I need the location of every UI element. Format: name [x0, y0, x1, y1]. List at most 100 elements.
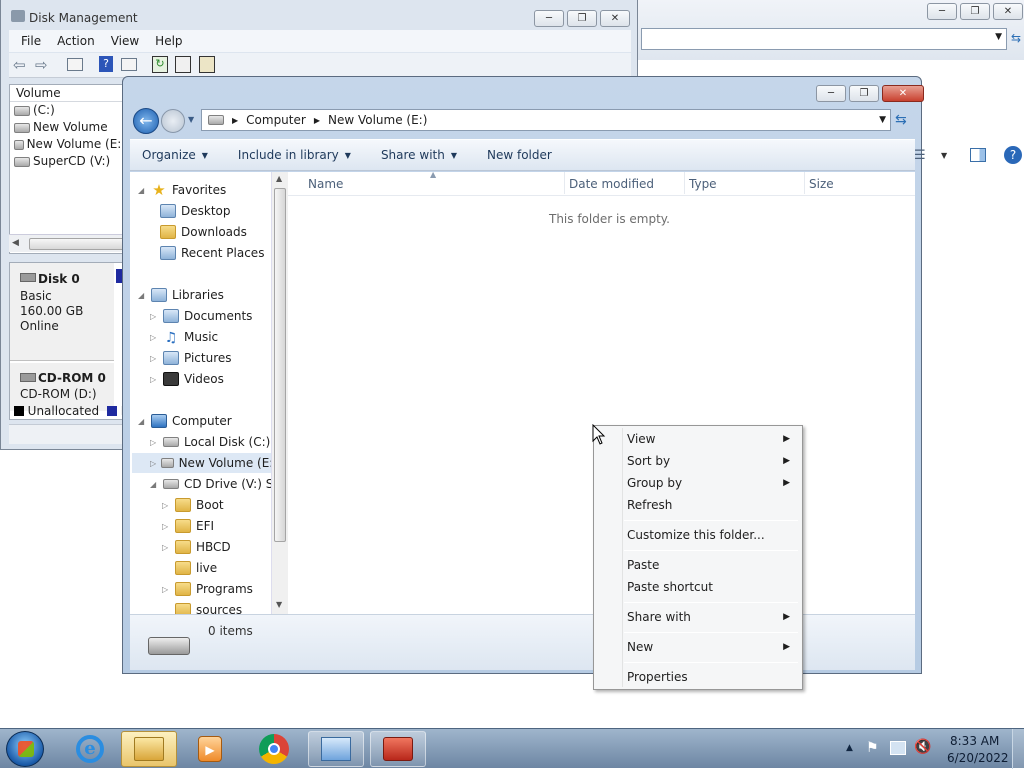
scrollbar-thumb[interactable] — [29, 238, 127, 250]
scroll-down-icon[interactable]: ▼ — [276, 600, 282, 609]
nav-libraries[interactable]: ◢ Libraries — [138, 285, 224, 305]
taskbar-toolbox[interactable] — [370, 731, 426, 767]
menu-file[interactable]: File — [15, 34, 47, 48]
forward-button[interactable] — [161, 109, 185, 133]
show-hidden-icons-icon[interactable]: ▲ — [846, 743, 853, 753]
menu-item-properties[interactable]: Properties — [596, 666, 800, 688]
menu-item-share-with[interactable]: Share with ▶ — [596, 606, 800, 628]
scroll-left-icon[interactable]: ◀ — [12, 238, 19, 248]
column-type[interactable]: Type — [689, 177, 717, 191]
include-in-library-button[interactable]: Include in library ▼ — [238, 148, 351, 162]
menu-item-customize-folder[interactable]: Customize this folder... — [596, 524, 800, 546]
nav-recent-places[interactable]: Recent Places — [160, 243, 264, 263]
breadcrumb-computer[interactable]: Computer — [246, 113, 306, 127]
scroll-up-icon[interactable]: ▲ — [276, 174, 282, 183]
menu-item-refresh[interactable]: Refresh — [596, 494, 800, 516]
breadcrumb-separator-icon[interactable]: ▶ — [314, 116, 320, 125]
taskbar-internet-explorer[interactable]: e — [62, 731, 118, 767]
refresh-icon[interactable]: ⇆ — [895, 112, 907, 128]
list-item[interactable]: (C:) — [10, 102, 126, 119]
collapsed-arrow-icon[interactable]: ▷ — [150, 354, 158, 363]
expanded-arrow-icon[interactable]: ◢ — [138, 291, 146, 300]
nav-downloads[interactable]: Downloads — [160, 222, 247, 242]
collapsed-arrow-icon[interactable]: ▷ — [162, 543, 170, 552]
column-divider[interactable] — [564, 172, 565, 194]
dropdown-arrow-icon[interactable]: ▼ — [995, 32, 1002, 42]
taskbar-computer-management[interactable] — [308, 731, 364, 767]
back-arrow-icon[interactable]: ⇦ — [13, 56, 26, 74]
nav-favorites[interactable]: ◢ ★ Favorites — [138, 180, 226, 200]
column-size[interactable]: Size — [809, 177, 834, 191]
nav-folder-sources[interactable]: sources — [162, 600, 242, 614]
view-dropdown-icon[interactable]: ▼ — [941, 151, 947, 160]
maximize-button[interactable]: ❐ — [567, 10, 597, 27]
nav-videos[interactable]: ▷ Videos — [150, 369, 224, 389]
collapsed-arrow-icon[interactable]: ▷ — [150, 375, 158, 384]
minimize-button[interactable]: ─ — [927, 3, 957, 20]
breadcrumb-separator-icon[interactable]: ▶ — [232, 116, 238, 125]
close-button[interactable]: ✕ — [882, 85, 924, 102]
taskbar-windows-explorer[interactable] — [121, 731, 177, 767]
expanded-arrow-icon[interactable]: ◢ — [138, 186, 146, 195]
nav-desktop[interactable]: Desktop — [160, 201, 231, 221]
nav-folder-efi[interactable]: ▷ EFI — [162, 516, 214, 536]
menu-item-view[interactable]: View ▶ — [596, 428, 800, 450]
nav-new-volume-e[interactable]: ▷ New Volume (E:) — [132, 453, 278, 473]
menu-item-group-by[interactable]: Group by ▶ — [596, 472, 800, 494]
breadcrumb-current[interactable]: New Volume (E:) — [328, 113, 427, 127]
collapsed-arrow-icon[interactable]: ▷ — [150, 438, 158, 447]
collapsed-arrow-icon[interactable]: ▷ — [150, 333, 158, 342]
nav-folder-programs[interactable]: ▷ Programs — [162, 579, 253, 599]
collapsed-arrow-icon[interactable]: ▷ — [150, 459, 156, 468]
nav-folder-hbcd[interactable]: ▷ HBCD — [162, 537, 231, 557]
new-folder-button[interactable]: New folder — [487, 148, 552, 162]
menu-help[interactable]: Help — [149, 34, 188, 48]
nav-folder-live[interactable]: live — [162, 558, 217, 578]
column-divider[interactable] — [684, 172, 685, 194]
organize-button[interactable]: Organize ▼ — [142, 148, 208, 162]
collapsed-arrow-icon[interactable]: ▷ — [162, 522, 170, 531]
nav-folder-boot[interactable]: ▷ Boot — [162, 495, 224, 515]
refresh-icon[interactable]: ↻ — [152, 56, 168, 73]
collapsed-arrow-icon[interactable]: ▷ — [162, 585, 170, 594]
expanded-arrow-icon[interactable]: ◢ — [138, 417, 146, 426]
nav-computer[interactable]: ◢ Computer — [138, 411, 232, 431]
taskbar-chrome[interactable] — [246, 731, 302, 767]
maximize-button[interactable]: ❐ — [849, 85, 879, 102]
menu-item-paste-shortcut[interactable]: Paste shortcut — [596, 576, 800, 598]
list-item[interactable]: New Volume — [10, 119, 126, 136]
taskbar-media-player[interactable]: ▶ — [182, 731, 238, 767]
nav-local-disk-c[interactable]: ▷ Local Disk (C:) — [150, 432, 270, 452]
background-address-bar[interactable]: ▼ — [641, 28, 1007, 50]
address-bar[interactable]: ▶ Computer ▶ New Volume (E:) ▼ — [201, 109, 891, 131]
view-options-icon[interactable]: ☰ — [914, 148, 926, 163]
disk-0-info[interactable]: Disk 0 Basic 160.00 GB Online — [10, 263, 114, 361]
close-button[interactable]: ✕ — [600, 10, 630, 27]
menu-item-new[interactable]: New ▶ — [596, 636, 800, 658]
refresh-icon[interactable]: ⇆ — [1011, 31, 1021, 45]
column-divider[interactable] — [804, 172, 805, 194]
clock-date[interactable]: 6/20/2022 — [947, 751, 1009, 765]
settings-icon[interactable] — [199, 56, 215, 73]
list-item[interactable]: SuperCD (V:) — [10, 153, 126, 170]
help-icon[interactable]: ? — [1004, 146, 1022, 164]
horizontal-scrollbar[interactable]: ◀ — [9, 234, 127, 252]
nav-pictures[interactable]: ▷ Pictures — [150, 348, 232, 368]
menu-view[interactable]: View — [105, 34, 145, 48]
start-button[interactable] — [6, 731, 44, 767]
back-button[interactable]: ← — [133, 108, 159, 134]
help-icon[interactable]: ? — [99, 56, 113, 72]
forward-arrow-icon[interactable]: ⇨ — [35, 56, 48, 74]
scrollbar-thumb[interactable] — [274, 188, 286, 542]
recent-pages-icon[interactable]: ▼ — [188, 115, 194, 124]
share-with-button[interactable]: Share with ▼ — [381, 148, 457, 162]
show-hide-console-icon[interactable] — [67, 58, 83, 71]
panel-icon[interactable] — [121, 58, 137, 71]
menu-item-sort-by[interactable]: Sort by ▶ — [596, 450, 800, 472]
minimize-button[interactable]: ─ — [816, 85, 846, 102]
collapsed-arrow-icon[interactable]: ▷ — [150, 312, 158, 321]
column-date-modified[interactable]: Date modified — [569, 177, 654, 191]
preview-pane-icon[interactable] — [970, 148, 986, 162]
maximize-button[interactable]: ❐ — [960, 3, 990, 20]
show-desktop-button[interactable] — [1012, 729, 1024, 769]
